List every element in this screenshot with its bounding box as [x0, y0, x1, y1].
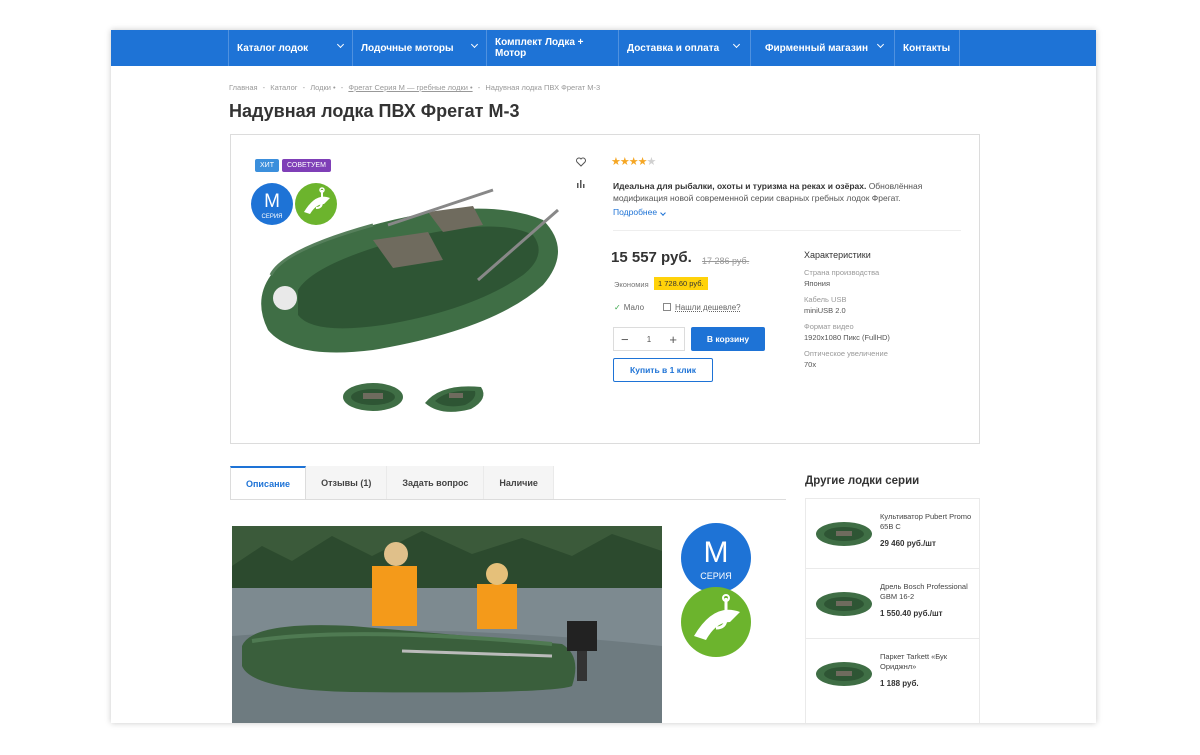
chevron-down-icon: [876, 40, 885, 49]
characteristic-name: Кабель USB: [804, 295, 847, 304]
quantity-value[interactable]: 1: [647, 335, 651, 344]
economy-value: 1 728.60 руб.: [654, 277, 708, 290]
stock-label: Мало: [623, 303, 645, 312]
characteristic-name: Страна производства: [804, 268, 880, 277]
tab-description[interactable]: Описание: [230, 466, 307, 500]
nav-item-label: Контакты: [903, 42, 951, 54]
nav-item-label: Лодочные моторы: [361, 42, 454, 54]
sidebar-product-price: 1 550.40 руб./шт: [880, 609, 943, 618]
breadcrumb-current: Надувная лодка ПВХ Фрегат М-3: [485, 83, 601, 92]
characteristic-name: Оптическое увеличение: [804, 349, 888, 358]
description-lead: Идеальна для рыбалки, охоты и туризма на…: [613, 181, 867, 191]
nav-item-label: Каталог лодок: [237, 42, 309, 54]
characteristics-title: Характеристики: [804, 250, 871, 260]
series-m-logo-large: М СЕРИЯ: [681, 523, 751, 593]
sidebar-title: Другие лодки серии: [805, 475, 920, 487]
tab-reviews[interactable]: Отзывы (1): [306, 466, 388, 500]
buy-one-click-button[interactable]: Купить в 1 клик: [613, 358, 713, 382]
breadcrumb-link[interactable]: Лодки •: [310, 83, 336, 92]
characteristic-value: Япония: [804, 279, 831, 288]
sidebar-product-price: 1 188 руб.: [880, 679, 919, 688]
sidebar-product-name[interactable]: Культиватор Pubert Promo 65B C: [880, 512, 978, 532]
sidebar-product-price: 29 460 руб./шт: [880, 539, 936, 548]
series-logo-letter: М: [704, 536, 729, 569]
divider: [613, 230, 961, 231]
sidebar-product-card[interactable]: Паркет Tarkett «Бук Ориджнл» 1 188 руб.: [805, 638, 980, 723]
product-thumbnail[interactable]: [339, 377, 407, 417]
price: 15 557 руб.: [611, 249, 692, 266]
sidebar-product-image[interactable]: [814, 659, 874, 689]
check-icon: ✓: [614, 303, 621, 312]
fish-hook-logo-large: [681, 587, 751, 657]
page-title: Надувная лодка ПВХ Фрегат М-3: [229, 101, 520, 121]
plus-icon[interactable]: +: [669, 332, 677, 347]
compare-icon[interactable]: [576, 179, 586, 189]
found-cheaper-link[interactable]: Нашли дешевле?: [663, 303, 741, 312]
found-cheaper-label: Нашли дешевле?: [675, 303, 741, 312]
star-empty-icon: ★: [646, 156, 656, 168]
breadcrumb-separator: -: [262, 83, 266, 92]
breadcrumb-link[interactable]: Каталог: [270, 83, 297, 92]
breadcrumb-separator: -: [302, 83, 306, 92]
chevron-down-icon: [732, 40, 741, 49]
chevron-down-icon: [470, 40, 479, 49]
description-photo: [232, 526, 662, 723]
breadcrumb-link[interactable]: Главная: [229, 83, 258, 92]
sidebar-product-image[interactable]: [814, 589, 874, 619]
breadcrumb-separator: -: [340, 83, 344, 92]
product-description: Идеальна для рыбалки, охоты и туризма на…: [613, 181, 953, 204]
rating-stars: ★★★★★: [611, 155, 656, 168]
nav-item-contacts[interactable]: Контакты: [894, 30, 960, 66]
tab-ask-question[interactable]: Задать вопрос: [387, 466, 485, 500]
nav-item-label: Доставка и оплата: [627, 42, 720, 54]
tabs-divider: [230, 499, 786, 500]
characteristic-value: 1920x1080 Пикс (FullHD): [804, 333, 890, 342]
page-frame: Каталог лодок Лодочные моторы Комплект Л…: [111, 30, 1096, 723]
star-icon: ★★★★: [611, 156, 647, 168]
sidebar-product-card[interactable]: Дрель Bosch Professional GBM 16-2 1 550.…: [805, 568, 980, 638]
series-logo-word: СЕРИЯ: [700, 571, 731, 581]
sidebar-product-card[interactable]: Культиватор Pubert Promo 65B C 29 460 ру…: [805, 498, 980, 568]
nav-item-label: Фирменный магазин: [765, 42, 868, 54]
old-price: 17 286 руб.: [702, 256, 750, 266]
product-tabs: Описание Отзывы (1) Задать вопрос Наличи…: [230, 466, 554, 500]
nav-item-motors[interactable]: Лодочные моторы: [352, 30, 486, 66]
minus-icon[interactable]: −: [621, 332, 629, 347]
breadcrumb: Главная - Каталог - Лодки • - Фрегат Сер…: [229, 83, 603, 92]
sidebar-product-name[interactable]: Паркет Tarkett «Бук Ориджнл»: [880, 652, 978, 672]
economy-label: Экономия: [614, 280, 649, 289]
sidebar-product-name[interactable]: Дрель Bosch Professional GBM 16-2: [880, 582, 978, 602]
tab-availability[interactable]: Наличие: [484, 466, 554, 500]
characteristic-value: 70x: [804, 360, 817, 369]
nav-item-catalog[interactable]: Каталог лодок: [228, 30, 352, 66]
nav-item-delivery[interactable]: Доставка и оплата: [618, 30, 750, 66]
quantity-stepper[interactable]: − 1 +: [613, 327, 685, 351]
tag-icon: [663, 303, 671, 311]
nav-item-store[interactable]: Фирменный магазин: [750, 30, 894, 66]
more-link[interactable]: Подробнее: [613, 207, 667, 217]
top-nav: Каталог лодок Лодочные моторы Комплект Л…: [111, 30, 1096, 66]
chevron-down-icon: [336, 40, 345, 49]
chevron-down-icon: [660, 210, 667, 216]
sidebar-product-image[interactable]: [814, 519, 874, 549]
nav-item-kit[interactable]: Комплект Лодка + Мотор: [486, 30, 618, 66]
heart-icon[interactable]: [576, 157, 586, 167]
breadcrumb-separator: -: [477, 83, 481, 92]
more-link-label: Подробнее: [613, 207, 658, 217]
hit-badge: ХИТ: [255, 159, 279, 172]
breadcrumb-link[interactable]: Фрегат Серия М — гребные лодки •: [348, 83, 472, 92]
add-to-cart-button[interactable]: В корзину: [691, 327, 765, 351]
characteristic-value: miniUSB 2.0: [804, 306, 846, 315]
nav-item-label: Комплект Лодка + Мотор: [495, 37, 584, 59]
product-main-image[interactable]: [253, 180, 568, 360]
characteristics: Характеристики Страна производства Япони…: [804, 250, 954, 375]
stock-status: ✓ Мало: [614, 303, 644, 312]
product-card: ХИТ СОВЕТУЕМ М СЕРИЯ ★★★★★ Идеальна для …: [230, 134, 980, 444]
recommend-badge: СОВЕТУЕМ: [282, 159, 331, 172]
product-thumbnail[interactable]: [421, 377, 489, 417]
characteristic-name: Формат видео: [804, 322, 854, 331]
